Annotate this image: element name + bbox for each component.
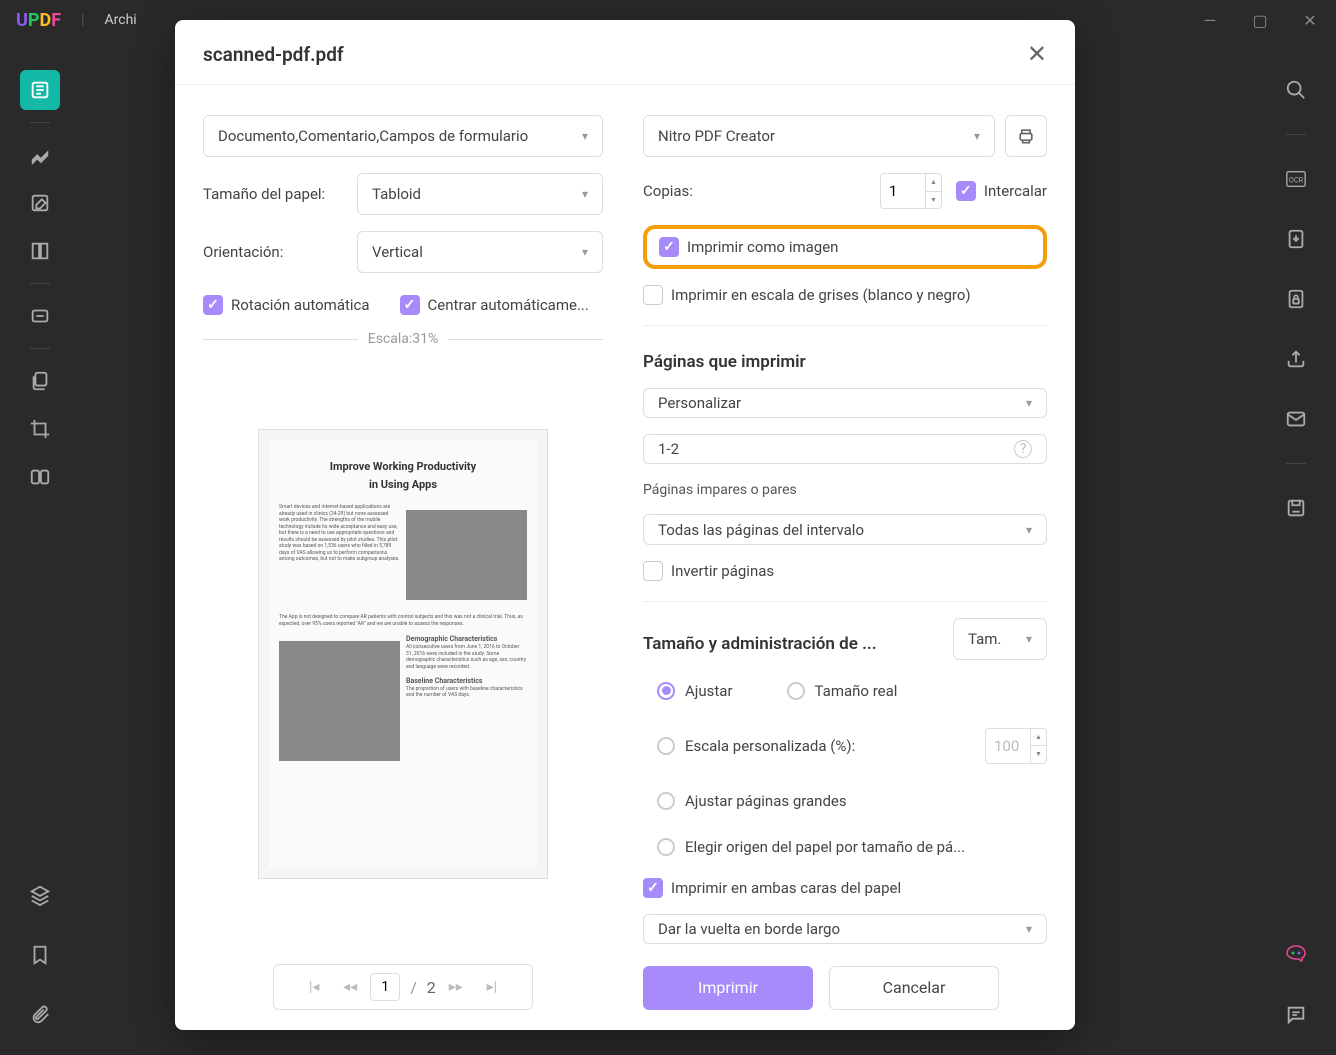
invert-pages-checkbox[interactable]: Invertir páginas — [643, 561, 1047, 581]
ocr-icon[interactable]: OCR — [1276, 159, 1316, 199]
paper-size-select[interactable]: Tabloid — [357, 173, 603, 215]
size-section-title: Tamaño y administración de ... — [643, 634, 941, 654]
pages-section-title: Páginas que imprimir — [643, 352, 1047, 372]
last-page-button[interactable]: ▸| — [476, 971, 508, 1003]
dialog-title: scanned-pdf.pdf — [203, 43, 344, 66]
fit-large-radio[interactable]: Ajustar páginas grandes — [643, 786, 1047, 816]
minimize-button[interactable]: — — [1200, 11, 1220, 30]
close-window-button[interactable]: ✕ — [1300, 11, 1320, 30]
print-as-image-checkbox[interactable]: Imprimir como imagen — [659, 237, 838, 257]
bookmark-icon[interactable] — [20, 935, 60, 975]
protect-icon[interactable] — [1276, 279, 1316, 319]
search-icon[interactable] — [1276, 70, 1316, 110]
print-button[interactable]: Imprimir — [643, 966, 813, 1010]
scale-label: Escala:31% — [358, 331, 449, 347]
custom-scale-input[interactable]: 100▲▼ — [985, 728, 1047, 764]
duplex-checkbox[interactable]: Imprimir en ambas caras del papel — [643, 878, 1047, 898]
svg-text:OCR: OCR — [1289, 176, 1304, 185]
share-icon[interactable] — [1276, 339, 1316, 379]
save-icon[interactable] — [1276, 488, 1316, 528]
copy-pages-icon[interactable] — [20, 361, 60, 401]
help-icon[interactable]: ? — [1014, 440, 1032, 458]
edit-text-icon[interactable] — [20, 183, 60, 223]
orientation-label: Orientación: — [203, 243, 343, 261]
paper-size-label: Tamaño del papel: — [203, 185, 343, 203]
auto-center-checkbox[interactable]: Centrar automáticame... — [400, 295, 589, 315]
copies-down[interactable]: ▼ — [926, 192, 941, 209]
page-input[interactable] — [370, 973, 400, 1001]
reader-mode-icon[interactable] — [20, 70, 60, 110]
redact-icon[interactable] — [20, 296, 60, 336]
collate-checkbox[interactable]: Intercalar — [956, 181, 1047, 201]
size-mode-select[interactable]: Tam. — [953, 618, 1047, 660]
copies-up[interactable]: ▲ — [926, 174, 941, 192]
flip-select[interactable]: Dar la vuelta en borde largo — [643, 914, 1047, 944]
highlighter-icon[interactable] — [20, 135, 60, 175]
maximize-button[interactable]: ▢ — [1250, 11, 1270, 30]
copies-label: Copias: — [643, 182, 866, 200]
next-page-button[interactable]: ▸▸ — [440, 971, 472, 1003]
first-page-button[interactable]: |◂ — [298, 971, 330, 1003]
printer-select[interactable]: Nitro PDF Creator — [643, 115, 995, 157]
page-layout-icon[interactable] — [20, 231, 60, 271]
printer-properties-button[interactable] — [1005, 115, 1047, 157]
grayscale-checkbox[interactable]: Imprimir en escala de grises (blanco y n… — [643, 285, 1047, 305]
page-range-input[interactable]: 1-2? — [643, 434, 1047, 464]
layers-icon[interactable] — [20, 875, 60, 915]
odd-even-label: Páginas impares o pares — [643, 482, 1047, 498]
right-toolbar: OCR — [1256, 50, 1336, 1055]
preview-pager: |◂ ◂◂ / 2 ▸▸ ▸| — [273, 964, 533, 1010]
cancel-button[interactable]: Cancelar — [829, 966, 999, 1010]
page-total: 2 — [427, 978, 436, 997]
crop-icon[interactable] — [20, 409, 60, 449]
close-dialog-button[interactable]: ✕ — [1027, 40, 1047, 68]
actual-size-radio[interactable]: Tamaño real — [773, 676, 898, 706]
print-dialog: scanned-pdf.pdf ✕ Documento,Comentario,C… — [175, 20, 1075, 1030]
auto-rotate-checkbox[interactable]: Rotación automática — [203, 295, 370, 315]
prev-page-button[interactable]: ◂◂ — [334, 971, 366, 1003]
page-range-type-select[interactable]: Personalizar — [643, 388, 1047, 418]
menu-file[interactable]: Archi — [105, 12, 137, 28]
odd-even-select[interactable]: Todas las páginas del intervalo — [643, 514, 1047, 544]
custom-scale-radio[interactable]: Escala personalizada (%): 100▲▼ — [643, 722, 1047, 770]
email-icon[interactable] — [1276, 399, 1316, 439]
compare-icon[interactable] — [20, 457, 60, 497]
fit-radio[interactable]: Ajustar — [643, 676, 733, 706]
ai-assistant-icon[interactable] — [1276, 935, 1316, 975]
choose-source-radio[interactable]: Elegir origen del papel por tamaño de pá… — [643, 832, 1047, 862]
attachment-icon[interactable] — [20, 995, 60, 1035]
orientation-select[interactable]: Vertical — [357, 231, 603, 273]
convert-icon[interactable] — [1276, 219, 1316, 259]
copies-input[interactable]: 1▲▼ — [880, 173, 942, 209]
left-toolbar — [0, 50, 80, 1055]
content-type-select[interactable]: Documento,Comentario,Campos de formulari… — [203, 115, 603, 157]
page-preview: Improve Working Productivity in Using Ap… — [258, 429, 548, 879]
comment-icon[interactable] — [1276, 995, 1316, 1035]
app-logo: UPDF — [16, 10, 61, 31]
